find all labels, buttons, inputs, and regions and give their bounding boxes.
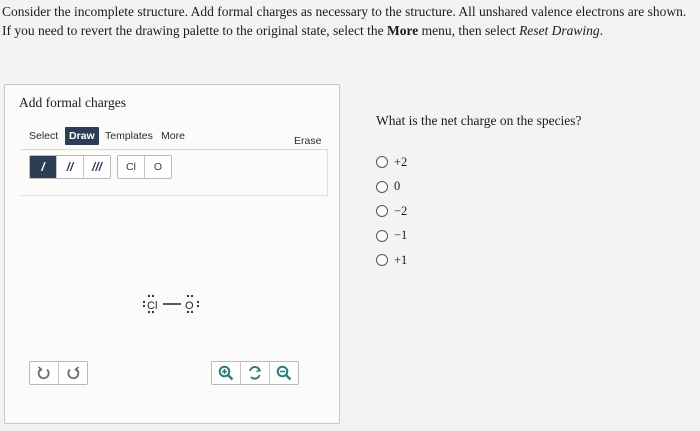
zoom-in-icon (218, 365, 234, 381)
tab-select[interactable]: Select (25, 127, 62, 145)
undo-button[interactable] (30, 362, 59, 384)
answer-option[interactable]: +1 (376, 248, 407, 273)
answer-option[interactable]: −1 (376, 224, 407, 249)
panel-title: Add formal charges (19, 95, 126, 110)
option-label: +2 (394, 154, 408, 169)
drawing-panel: Add formal charges Select Draw Templates… (4, 84, 340, 424)
answer-options: +2 0 −2 −1 +1 (376, 150, 407, 273)
instructions: Consider the incomplete structure. Add f… (2, 2, 692, 40)
option-label: +1 (394, 252, 408, 267)
reset-drawing-reference: Reset Drawing (519, 23, 600, 38)
answer-option[interactable]: 0 (376, 175, 407, 200)
drawing-toolbar: Select Draw Templates More Erase (21, 121, 327, 150)
tab-more[interactable]: More (157, 127, 189, 145)
oxygen-atom-button[interactable]: O (145, 156, 171, 178)
radio-button[interactable] (376, 156, 388, 169)
reset-view-button[interactable] (241, 362, 270, 384)
zoom-out-icon (276, 365, 292, 381)
reset-view-icon (249, 365, 262, 380)
bond-tool-group: / // /// (29, 155, 111, 179)
question-prompt: What is the net charge on the species? (376, 113, 582, 128)
radio-button[interactable] (376, 229, 388, 242)
radio-button[interactable] (376, 205, 388, 218)
answer-option[interactable]: +2 (376, 150, 407, 175)
triple-bond-button[interactable]: /// (84, 156, 110, 178)
zoom-in-button[interactable] (212, 362, 241, 384)
option-label: 0 (394, 179, 401, 194)
atom-tool-group: Cl O (117, 155, 172, 179)
answer-option[interactable]: −2 (376, 199, 407, 224)
radio-button[interactable] (376, 254, 388, 267)
tab-draw[interactable]: Draw (65, 127, 99, 145)
instructions-line-1: Consider the incomplete structure. Add f… (2, 4, 687, 19)
atom-o-label[interactable]: O (185, 300, 194, 312)
option-label: −1 (394, 228, 408, 243)
option-label: −2 (394, 203, 408, 218)
zoom-controls (211, 361, 299, 385)
draw-toolbox: / // /// Cl O (21, 149, 328, 196)
radio-button[interactable] (376, 180, 388, 193)
double-bond-button[interactable]: // (57, 156, 84, 178)
instructions-line-2: If you need to revert the drawing palett… (2, 23, 604, 38)
zoom-out-button[interactable] (270, 362, 298, 384)
tab-templates[interactable]: Templates (101, 127, 157, 145)
molecule-structure[interactable]: Cl O (141, 289, 211, 319)
chlorine-atom-button[interactable]: Cl (118, 156, 145, 178)
more-menu-reference: More (386, 23, 419, 38)
undo-icon (37, 366, 50, 380)
atom-cl-label[interactable]: Cl (147, 300, 157, 312)
erase-button[interactable]: Erase (290, 132, 325, 150)
single-bond-button[interactable]: / (30, 156, 57, 178)
redo-icon (67, 366, 80, 380)
history-controls (29, 361, 88, 385)
redo-button[interactable] (59, 362, 87, 384)
